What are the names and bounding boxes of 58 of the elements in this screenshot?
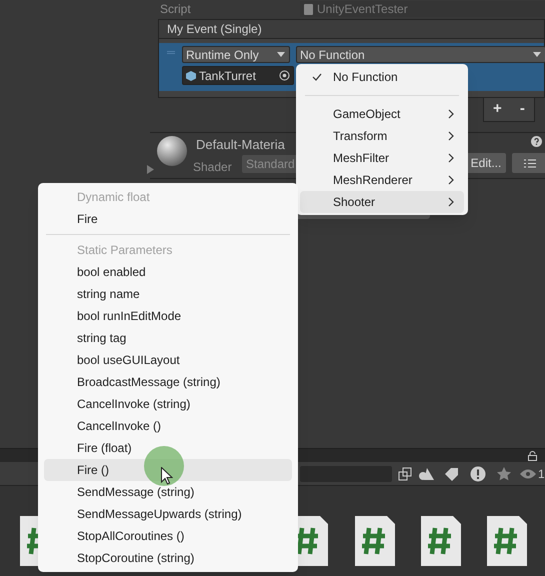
menu-item[interactable]: GameObject (300, 103, 464, 125)
menu-item[interactable]: Fire (float) (44, 437, 292, 459)
drag-handle-icon[interactable] (167, 51, 175, 54)
chevron-right-icon (448, 131, 454, 141)
eye-icon[interactable] (520, 468, 536, 480)
warning-icon[interactable] (468, 466, 488, 482)
script-file-icon (421, 516, 461, 566)
chevron-right-icon (448, 175, 454, 185)
object-field[interactable]: TankTurret (182, 66, 294, 85)
menu-item[interactable]: SendMessage (string) (44, 481, 292, 503)
menu-item[interactable]: No Function (300, 66, 464, 88)
visibility-count: 1 (538, 466, 545, 482)
list-icon (524, 158, 536, 168)
lock-icon[interactable] (528, 450, 537, 460)
call-state-dropdown[interactable]: Runtime Only (182, 46, 290, 63)
cube-icon (186, 70, 196, 80)
expand-window-icon[interactable] (398, 466, 412, 480)
menu-section-header: Dynamic float (76, 189, 151, 206)
chevron-right-icon (448, 109, 454, 119)
add-button[interactable]: + (489, 98, 506, 121)
shapes-icon[interactable] (418, 466, 436, 480)
menu-item[interactable]: bool runInEditMode (44, 305, 292, 327)
chevron-right-icon (448, 153, 454, 163)
script-file-icon (304, 4, 313, 14)
chevron-right-icon (448, 197, 454, 207)
menu-item[interactable]: string tag (44, 327, 292, 349)
script-file-icon (487, 516, 527, 566)
shader-label: Shader (193, 159, 232, 176)
menu-item[interactable]: SendMessageUpwards (string) (44, 503, 292, 525)
menu-item[interactable]: StopCoroutine (string) (44, 547, 292, 569)
material-name: Default-Materia (196, 136, 285, 154)
star-icon[interactable] (494, 466, 514, 480)
menu-item[interactable]: BroadcastMessage (string) (44, 371, 292, 393)
menu-item[interactable]: MeshFilter (300, 147, 464, 169)
menu-item[interactable]: CancelInvoke (string) (44, 393, 292, 415)
event-title: My Event (Single) (167, 21, 262, 38)
caret-icon (277, 52, 285, 57)
menu-section-header: Static Parameters (76, 242, 174, 259)
help-icon[interactable] (531, 136, 542, 147)
menu-item[interactable]: Shooter (300, 191, 464, 213)
menu-item[interactable]: bool useGUILayout (44, 349, 292, 371)
script-file-icon (355, 516, 395, 566)
menu-item[interactable]: bool enabled (44, 261, 292, 283)
menu-item[interactable]: MeshRenderer (300, 169, 464, 191)
expand-triangle-icon[interactable] (147, 165, 154, 174)
edit-button[interactable]: Edit... (466, 153, 506, 173)
list-menu-button[interactable] (512, 153, 545, 173)
caret-icon (533, 52, 541, 57)
menu-item[interactable]: CancelInvoke () (44, 415, 292, 437)
menu-item[interactable]: StopAllCoroutines () (44, 525, 292, 547)
menu-item[interactable]: string name (44, 283, 292, 305)
target-picker-icon[interactable] (279, 70, 290, 81)
sphere-icon (156, 135, 188, 167)
menu-item[interactable]: Fire (44, 208, 292, 230)
field-label: Script (160, 1, 192, 18)
menu-item[interactable]: Transform (300, 125, 464, 147)
function-dropdown[interactable]: No Function (296, 46, 545, 63)
remove-button[interactable]: - (516, 98, 529, 121)
